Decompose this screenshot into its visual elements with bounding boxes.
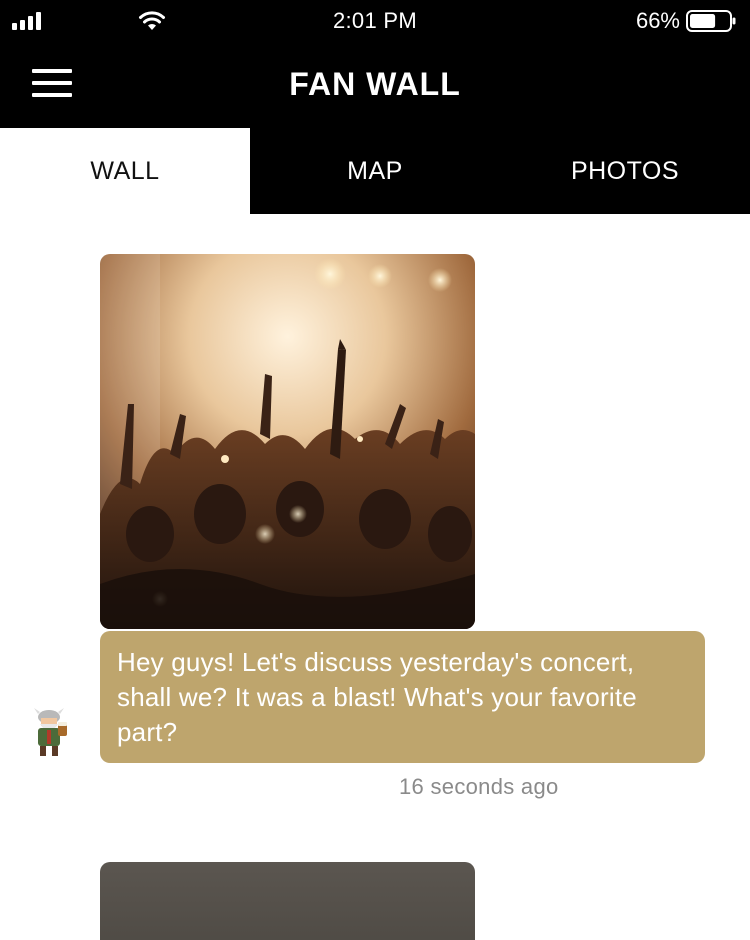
- post-photo[interactable]: [100, 254, 475, 629]
- message-bubble[interactable]: Hey guys! Let's discuss yesterday's conc…: [100, 631, 705, 763]
- tab-map[interactable]: MAP: [250, 128, 500, 214]
- battery-percent: 66%: [635, 8, 680, 33]
- next-post-photo[interactable]: [100, 862, 475, 940]
- tab-wall[interactable]: WALL: [0, 128, 250, 214]
- status-bar: 2:01 PM 66%: [0, 0, 750, 42]
- app-header: FAN WALL: [0, 42, 750, 128]
- tab-photos[interactable]: PHOTOS: [500, 128, 750, 214]
- tab-bar: WALL MAP PHOTOS: [0, 128, 750, 214]
- wall-feed[interactable]: Hey guys! Let's discuss yesterday's conc…: [0, 214, 750, 940]
- battery-icon: [686, 10, 736, 32]
- viking-avatar-icon[interactable]: [28, 706, 70, 758]
- concert-crowd-image: [100, 254, 475, 629]
- message-timestamp: 16 seconds ago: [399, 774, 559, 799]
- page-title: FAN WALL: [289, 66, 461, 102]
